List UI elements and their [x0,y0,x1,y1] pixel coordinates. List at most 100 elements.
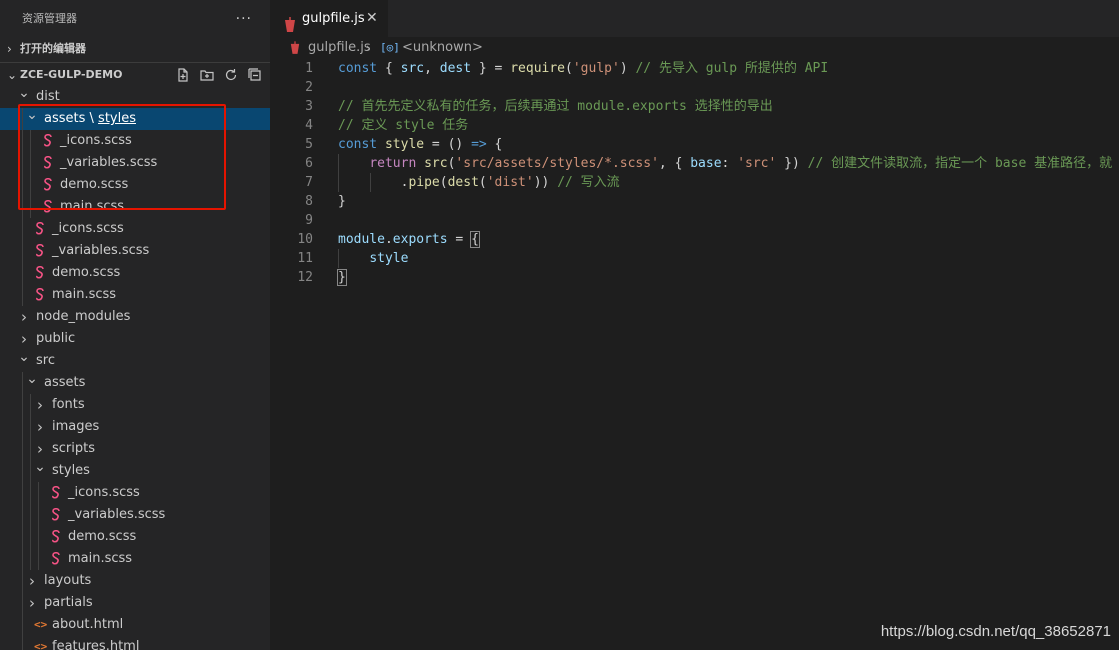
tree-item-label: assets \ styles [44,108,136,130]
tree-item-label: _icons.scss [52,221,124,236]
tree-folder[interactable]: ⌄ dist [0,85,270,108]
tree-item-label: scripts [52,441,95,456]
project-header[interactable]: ⌄ ZCE-GULP-DEMO [0,64,270,86]
indent-guide [30,196,31,218]
tree-folder[interactable]: ⌄ styles [0,459,270,482]
html-file-icon: <> [34,640,48,650]
indent-guide [22,218,23,240]
code-token: { [377,61,401,76]
chevron-down-icon: ⌄ [18,85,30,101]
sass-file-icon [50,485,62,500]
code-text: const style = () => { [338,135,502,154]
tree-file[interactable]: _variables.scss [0,504,270,526]
code-token: pipe [408,175,440,190]
indent-guide [22,438,23,460]
tree-file[interactable]: _icons.scss [0,218,270,240]
sass-file-icon [50,507,62,522]
project-label: ZCE-GULP-DEMO [20,68,123,81]
tree-file[interactable]: _variables.scss [0,152,270,174]
new-file-icon[interactable] [176,68,190,82]
tree-item-label: node_modules [36,309,131,324]
sass-file-icon [42,177,54,192]
code-token: . [338,175,409,190]
tree-file[interactable]: demo.scss [0,262,270,284]
chevron-down-icon: ⌄ [34,459,46,475]
code-token: } = [471,61,511,76]
breadcrumb-symbol[interactable]: <unknown> [402,37,483,59]
chevron-right-icon: › [29,594,35,612]
indent-guide [30,482,31,504]
tab-gulpfile[interactable]: gulpfile.js ✕ [270,0,388,37]
tree-file[interactable]: _variables.scss [0,240,270,262]
code-line: 3 // 首先先定义私有的任务，后续再通过 module.exports 选择性的… [270,97,1119,116]
tree-item-label: src [36,353,55,368]
tree-folder[interactable]: › node_modules [0,306,270,328]
code-text: .pipe(dest('dist')) // 写入流 [338,173,620,192]
line-number: 7 [305,175,313,190]
tree-folder[interactable]: › public [0,328,270,350]
breadcrumb-file[interactable]: gulpfile.js [308,37,371,59]
code-token: return [369,156,417,171]
tree-file[interactable]: demo.scss [0,174,270,196]
code-token: { [470,231,480,248]
new-folder-icon[interactable] [200,68,214,82]
tree-file[interactable]: <> features.html [0,636,270,650]
sass-file-icon [34,221,46,236]
tree-item-label: _icons.scss [60,133,132,148]
indent-guide [30,548,31,570]
line-number: 11 [297,251,313,266]
tree-file[interactable]: <> about.html [0,614,270,636]
tree-file[interactable]: demo.scss [0,526,270,548]
tree-file[interactable]: _icons.scss [0,482,270,504]
line-number: 3 [305,99,313,114]
tree-file[interactable]: main.scss [0,548,270,570]
code-token: const [338,137,378,152]
line-number: 5 [305,137,313,152]
code-token: = [447,232,472,247]
tree-folder[interactable]: › partials [0,592,270,614]
code-token: module [338,232,385,247]
refresh-icon[interactable] [224,68,238,82]
indent-guide [22,504,23,526]
tree-item-label: features.html [52,639,140,650]
breadcrumb-separator: › [366,41,371,55]
tree-folder[interactable]: ⌄ src [0,349,270,372]
tree-item-label: about.html [52,617,124,632]
explorer-title-label: 资源管理器 [22,12,77,25]
more-actions-icon[interactable]: ··· [236,0,252,38]
indent-guide [30,526,31,548]
tree-folder[interactable]: › fonts [0,394,270,416]
tree-folder[interactable]: ⌄ assets \ styles [0,107,270,130]
collapse-all-icon[interactable] [248,68,262,82]
indent-guide [22,108,23,130]
line-number: 4 [305,118,313,133]
tree-item-label: public [36,331,76,346]
tree-item-label: styles [52,463,90,478]
sass-file-icon [42,155,54,170]
indent-guide [22,262,23,284]
tree-file[interactable]: _icons.scss [0,130,270,152]
tree-file[interactable]: main.scss [0,196,270,218]
tree-folder[interactable]: › layouts [0,570,270,592]
tree-file[interactable]: main.scss [0,284,270,306]
code-token: : [721,156,738,171]
indent-guide [22,526,23,548]
code-text: // 定义 style 任务 [338,116,468,135]
code-token: exports [392,232,448,247]
tree-folder[interactable]: ⌄ assets [0,371,270,394]
sass-file-icon [50,529,62,544]
close-icon[interactable]: ✕ [366,0,378,37]
code-text: } [338,192,346,211]
code-token: // 定义 style 任务 [338,118,469,133]
tree-folder[interactable]: › images [0,416,270,438]
indent-guide [22,394,23,416]
watermark: https://blog.csdn.net/qq_38652871 [880,623,1111,640]
code-token: const [338,61,378,76]
code-text: const { src, dest } = require('gulp') //… [338,59,828,78]
symbol-variable-icon: [◎] [380,41,400,54]
code-token: 'src' [737,156,777,171]
open-editors-header[interactable]: › 打开的编辑器 [0,38,270,60]
code-editor[interactable]: 1 const { src, dest } = require('gulp') /… [270,59,1119,287]
code-token: , [424,61,440,76]
